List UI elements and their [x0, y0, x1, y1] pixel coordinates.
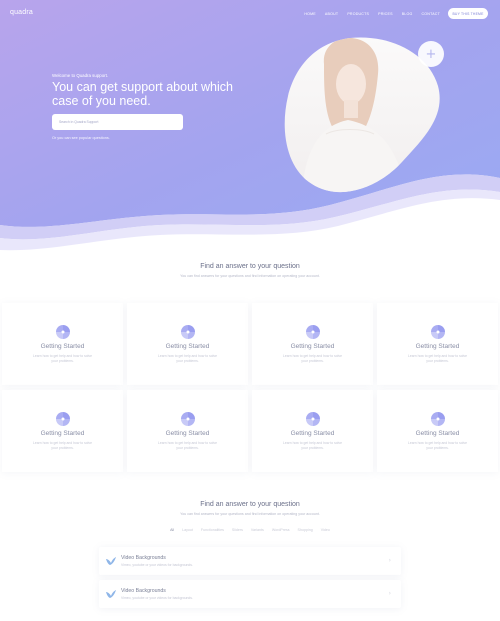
card-description: Learn how to get help and how to solve y…	[407, 354, 467, 364]
popular-questions-link[interactable]: Or you can see popular questions.	[52, 136, 110, 140]
nav-item-about[interactable]: ABOUT	[325, 12, 338, 16]
list-item[interactable]: Video Backgrounds Vimeo, youtube or your…	[99, 580, 401, 608]
bird-icon	[106, 557, 116, 565]
category-card[interactable]: Getting Started Learn how to get help an…	[377, 303, 498, 385]
nav-item-prices[interactable]: PRICES	[378, 12, 393, 16]
nav-item-blog[interactable]: BLOG	[402, 12, 413, 16]
card-description: Learn how to get help and how to solve y…	[282, 441, 342, 451]
category-card[interactable]: Getting Started Learn how to get help an…	[127, 390, 248, 472]
card-title: Getting Started	[165, 430, 210, 437]
filter-tab-variants[interactable]: Variants	[251, 528, 264, 532]
list-item-description: Vimeo, youtube or your videos for backgr…	[121, 563, 193, 567]
search-input[interactable]: Search in Quadra Support	[52, 114, 183, 130]
pinwheel-icon	[430, 325, 445, 339]
filter-tab-layout[interactable]: Layout	[182, 528, 193, 532]
card-description: Learn how to get help and how to solve y…	[157, 441, 217, 451]
chevron-right-icon: ›	[388, 590, 391, 597]
card-title: Getting Started	[290, 430, 335, 437]
main-nav: HOME ABOUT PRODUCTS PRICES BLOG CONTACT	[304, 12, 440, 16]
filter-tab-functionalities[interactable]: Functionalities	[201, 528, 224, 532]
bird-icon	[106, 590, 116, 598]
nav-item-home[interactable]: HOME	[304, 12, 316, 16]
card-description: Learn how to get help and how to solve y…	[32, 354, 92, 364]
pinwheel-icon	[180, 325, 195, 339]
list-item-title: Video Backgrounds	[121, 588, 166, 594]
hero-photo	[284, 37, 440, 193]
filter-tab-shopping[interactable]: Shopping	[298, 528, 313, 532]
card-title: Getting Started	[165, 343, 210, 350]
buy-theme-button[interactable]: BUY THIS THEME	[448, 8, 488, 19]
list-item[interactable]: Video Backgrounds Vimeo, youtube or your…	[99, 547, 401, 575]
pinwheel-icon	[180, 412, 195, 426]
filter-tab-video[interactable]: Video	[321, 528, 330, 532]
pinwheel-icon	[55, 325, 70, 339]
card-title: Getting Started	[415, 430, 460, 437]
nav-item-products[interactable]: PRODUCTS	[347, 12, 369, 16]
filter-tab-all[interactable]: All	[170, 528, 174, 532]
category-card[interactable]: Getting Started Learn how to get help an…	[377, 390, 498, 472]
pinwheel-icon	[305, 325, 320, 339]
list-item-description: Vimeo, youtube or your videos for backgr…	[121, 596, 193, 600]
category-card[interactable]: Getting Started Learn how to get help an…	[2, 303, 123, 385]
category-card[interactable]: Getting Started Learn how to get help an…	[2, 390, 123, 472]
add-button[interactable]: +	[418, 41, 444, 67]
pinwheel-icon	[55, 412, 70, 426]
filter-tab-sliders[interactable]: Sliders	[232, 528, 243, 532]
hero-title: You can get support about which case of …	[52, 80, 233, 108]
hero-section: quadra HOME ABOUT PRODUCTS PRICES BLOG C…	[0, 0, 500, 255]
card-description: Learn how to get help and how to solve y…	[157, 354, 217, 364]
filter-tabs: All Layout Functionalities Sliders Varia…	[0, 528, 500, 532]
section-subtitle: You can find answers for your questions …	[180, 512, 320, 516]
nav-item-contact[interactable]: CONTACT	[421, 12, 440, 16]
card-title: Getting Started	[40, 343, 85, 350]
card-description: Learn how to get help and how to solve y…	[32, 441, 92, 451]
card-title: Getting Started	[290, 343, 335, 350]
category-card[interactable]: Getting Started Learn how to get help an…	[252, 303, 373, 385]
filter-tab-wordpress[interactable]: WordPress	[272, 528, 290, 532]
section-title: Find an answer to your question	[200, 263, 300, 270]
section-title: Find an answer to your question	[200, 501, 300, 508]
pinwheel-icon	[430, 412, 445, 426]
category-card[interactable]: Getting Started Learn how to get help an…	[127, 303, 248, 385]
card-title: Getting Started	[415, 343, 460, 350]
pinwheel-icon	[305, 412, 320, 426]
list-item-title: Video Backgrounds	[121, 555, 166, 561]
chevron-right-icon: ›	[388, 557, 391, 564]
section-subtitle: You can find answers for your questions …	[180, 274, 320, 278]
card-description: Learn how to get help and how to solve y…	[407, 441, 467, 451]
card-description: Learn how to get help and how to solve y…	[282, 354, 342, 364]
logo[interactable]: quadra	[10, 9, 33, 16]
card-title: Getting Started	[40, 430, 85, 437]
category-card[interactable]: Getting Started Learn how to get help an…	[252, 390, 373, 472]
hero-welcome-text: Welcome to Quadra support.	[52, 73, 109, 78]
